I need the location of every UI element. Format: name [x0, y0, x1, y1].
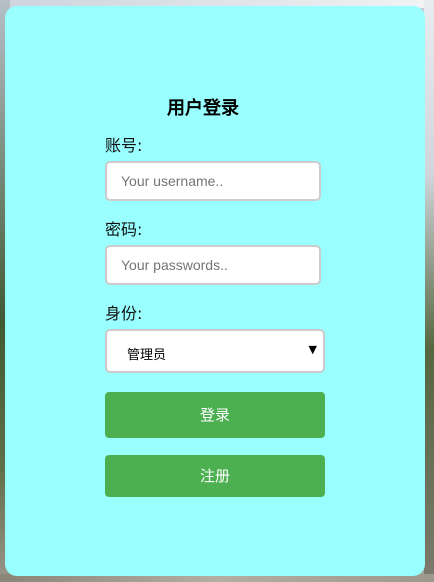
background-image-right [424, 0, 434, 582]
account-label: 账号: [105, 136, 143, 155]
role-select-value: 管理员 [127, 348, 167, 363]
password-input[interactable] [105, 245, 321, 285]
chevron-down-icon: ▼ [308, 343, 317, 356]
username-input[interactable] [105, 161, 321, 201]
login-button[interactable]: 登录 [105, 392, 325, 438]
register-button[interactable]: 注册 [105, 455, 325, 497]
password-label: 密码: [105, 220, 143, 239]
login-card: 用户登录 账号: 密码: 身份: 管理员 ▼ 登录 注册 [5, 6, 425, 576]
login-title: 用户登录 [167, 98, 239, 119]
role-label: 身份: [105, 304, 143, 323]
role-select[interactable]: 管理员 ▼ [105, 329, 325, 373]
